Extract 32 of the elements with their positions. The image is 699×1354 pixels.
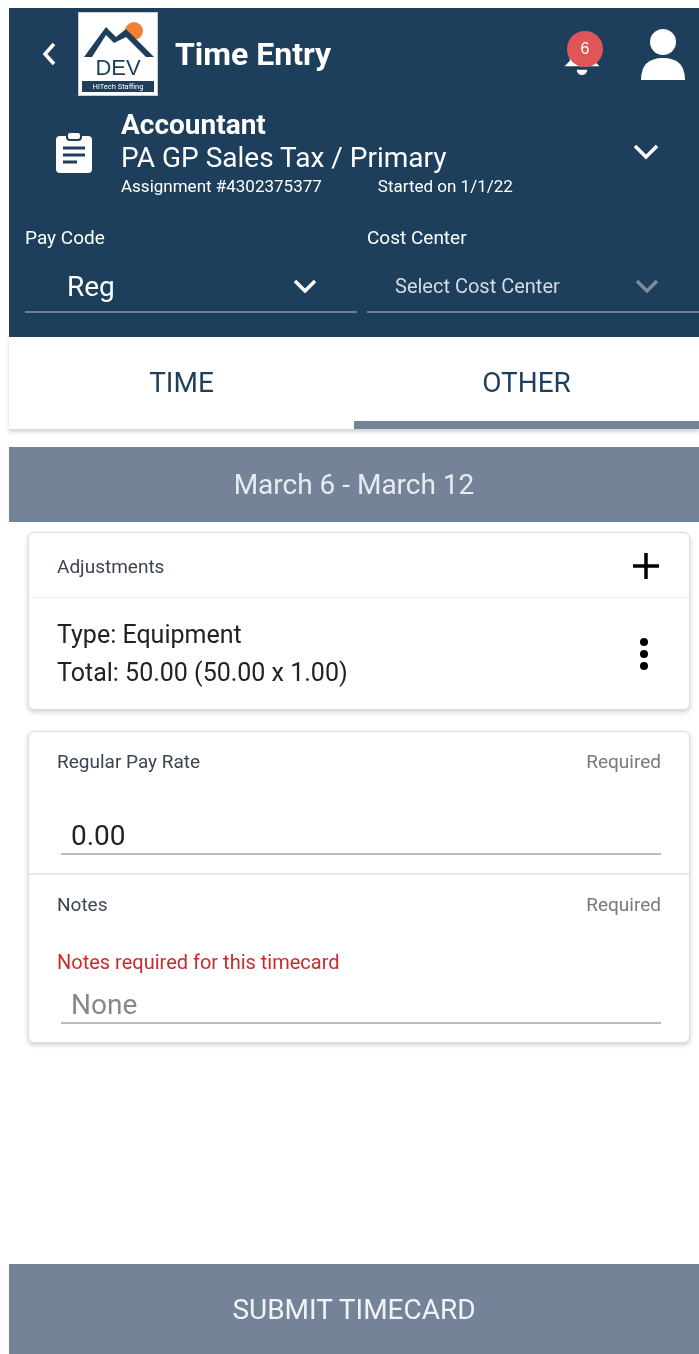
card-title: Adjustments xyxy=(57,554,165,578)
dropdown-field[interactable]: Select Cost Center xyxy=(367,261,699,313)
required-label: Required xyxy=(586,893,661,916)
logo-text: DEV xyxy=(95,57,141,79)
field-label: Notes xyxy=(57,893,108,916)
start-date: Started on 1/1/22 xyxy=(377,176,513,196)
selector-label: Cost Center xyxy=(367,226,468,249)
dropdown-field[interactable]: Reg xyxy=(25,261,357,313)
person-icon xyxy=(639,28,687,80)
error-message: Notes required for this timecard xyxy=(57,950,341,974)
assignment-title: Accountant xyxy=(121,108,267,141)
required-label: Required xyxy=(586,750,661,773)
mountain-icon xyxy=(84,19,154,57)
assignment-number: Assignment #4302375377 xyxy=(121,176,322,196)
add-button[interactable] xyxy=(631,551,661,581)
tab[interactable]: OTHER xyxy=(354,337,699,429)
expand-button[interactable] xyxy=(633,144,659,160)
selector-label: Pay Code xyxy=(25,226,106,249)
week-range-bar: March 6 - March 12 xyxy=(9,447,699,522)
profile-button[interactable] xyxy=(639,28,687,80)
notifications-button[interactable]: 6 xyxy=(561,31,603,77)
chevron-icon xyxy=(635,279,659,293)
tab[interactable]: TIME xyxy=(9,337,354,429)
chevron-icon xyxy=(293,279,317,293)
more-button[interactable] xyxy=(639,637,649,670)
page-title: Time Entry xyxy=(175,35,333,73)
adjustment-type: Type: Equipment xyxy=(57,619,243,651)
field-label: Regular Pay Rate xyxy=(57,750,201,773)
notification-badge: 6 xyxy=(567,31,603,67)
adjustment-total: Total: 50.00 (50.00 x 1.00) xyxy=(57,656,348,689)
assignment-subtitle: PA GP Sales Tax / Primary xyxy=(121,141,448,174)
clipboard-icon xyxy=(55,131,93,173)
